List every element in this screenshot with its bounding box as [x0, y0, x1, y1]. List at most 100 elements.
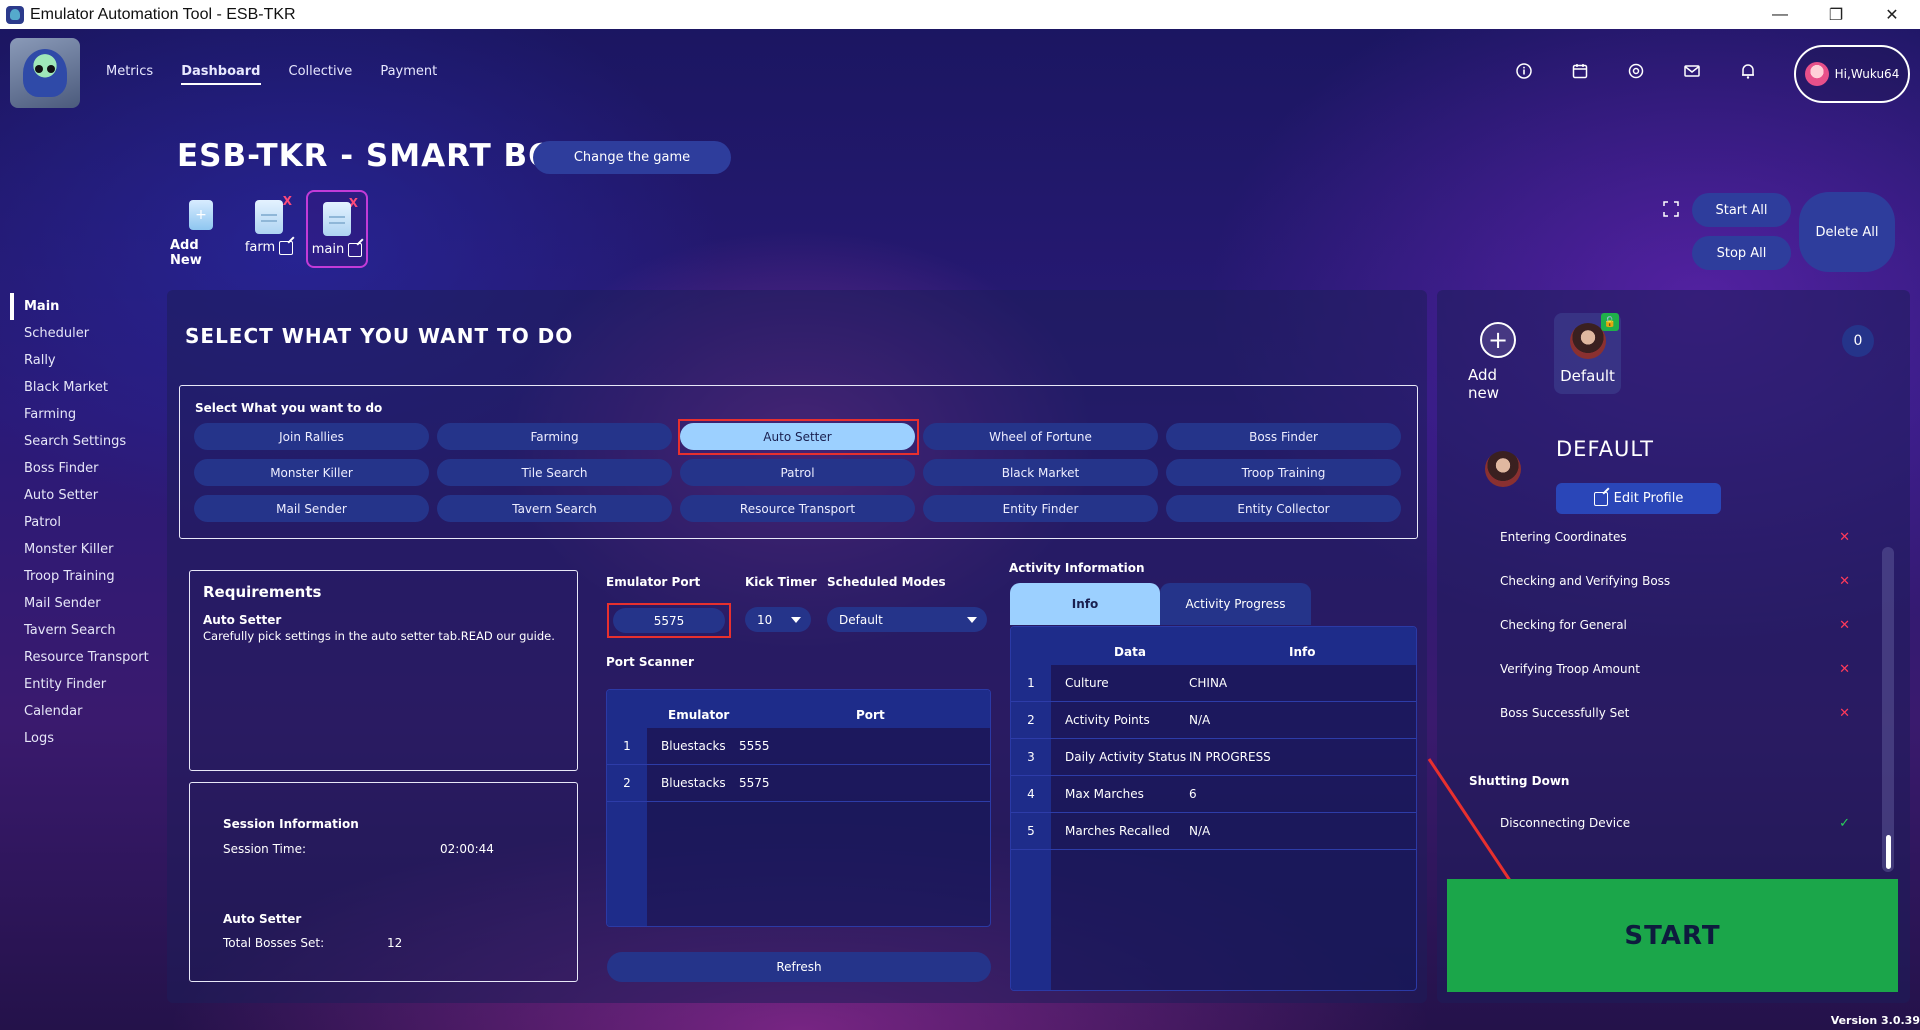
close-window-button[interactable]: ✕ — [1864, 0, 1920, 29]
sidebar-item-mail-sender[interactable]: Mail Sender — [10, 590, 170, 617]
emulator-port-value[interactable]: 5575 — [613, 608, 725, 633]
add-document-icon: + — [189, 200, 213, 230]
edit-icon[interactable] — [348, 242, 363, 257]
emulator-port-field[interactable]: 5575 — [607, 603, 731, 638]
count-badge: 0 — [1842, 325, 1874, 357]
nav-collective[interactable]: Collective — [289, 64, 353, 85]
table-row[interactable]: 1 Culture CHINA — [1011, 665, 1416, 702]
row-data: Max Marches — [1065, 787, 1144, 801]
user-menu[interactable]: Hi,Wuku64 — [1794, 45, 1910, 103]
close-icon[interactable]: X — [283, 194, 292, 208]
refresh-button[interactable]: Refresh — [607, 952, 991, 982]
sidebar-item-calendar[interactable]: Calendar — [10, 698, 170, 725]
step-label: Checking and Verifying Boss — [1500, 574, 1671, 588]
row-index: 2 — [623, 776, 631, 790]
table-row[interactable]: 5 Marches Recalled N/A — [1011, 813, 1416, 850]
chevron-down-icon — [791, 616, 801, 623]
scheduled-modes-select[interactable]: Default — [827, 607, 987, 632]
task-boss-finder[interactable]: Boss Finder — [1166, 423, 1401, 450]
sidebar-item-boss-finder[interactable]: Boss Finder — [10, 455, 170, 482]
task-mail-sender[interactable]: Mail Sender — [194, 495, 429, 522]
sidebar-item-farming[interactable]: Farming — [10, 401, 170, 428]
task-grid: Join Rallies Farming Auto Setter Wheel o… — [194, 423, 1401, 522]
info-icon[interactable] — [1515, 62, 1533, 80]
task-entity-finder[interactable]: Entity Finder — [923, 495, 1158, 522]
mail-icon[interactable] — [1683, 62, 1701, 80]
step-item: Checking and Verifying Boss ✕ — [1500, 574, 1850, 589]
row-info: N/A — [1189, 713, 1211, 727]
tab-activity-progress[interactable]: Activity Progress — [1160, 583, 1311, 625]
table-row[interactable]: 2 Activity Points N/A — [1011, 702, 1416, 739]
task-troop-training[interactable]: Troop Training — [1166, 459, 1401, 486]
emulator-port-label: Emulator Port — [606, 575, 701, 589]
tab-info[interactable]: Info — [1010, 583, 1160, 625]
sidebar-item-monster-killer[interactable]: Monster Killer — [10, 536, 170, 563]
avatar — [1804, 62, 1829, 86]
settings-icon[interactable] — [1627, 62, 1645, 80]
start-all-button[interactable]: Start All — [1692, 193, 1791, 227]
port-scanner-table: Emulator Port 1 Bluestacks 5555 2 Bluest… — [606, 689, 991, 927]
task-wheel-of-fortune[interactable]: Wheel of Fortune — [923, 423, 1158, 450]
mascot-icon — [23, 49, 67, 97]
add-new-account-button[interactable]: + Add new — [1468, 322, 1528, 402]
profile-tab-main[interactable]: X main — [306, 190, 368, 268]
task-box-title: Select What you want to do — [195, 401, 383, 415]
task-black-market[interactable]: Black Market — [923, 459, 1158, 486]
step-label: Checking for General — [1500, 618, 1627, 632]
change-game-button[interactable]: Change the game — [533, 141, 731, 174]
app-logo[interactable] — [10, 38, 80, 108]
start-button[interactable]: START — [1447, 879, 1898, 992]
add-new-profile-button[interactable]: + Add New — [170, 190, 232, 268]
sidebar-item-main[interactable]: Main — [10, 293, 170, 320]
task-patrol[interactable]: Patrol — [680, 459, 915, 486]
edit-profile-button[interactable]: Edit Profile — [1556, 483, 1721, 514]
bell-icon[interactable] — [1739, 62, 1757, 80]
task-farming[interactable]: Farming — [437, 423, 672, 450]
sidebar-item-search-settings[interactable]: Search Settings — [10, 428, 170, 455]
row-info: 6 — [1189, 787, 1197, 801]
task-auto-setter[interactable]: Auto Setter — [680, 423, 915, 450]
delete-all-button[interactable]: Delete All — [1799, 192, 1895, 272]
table-row[interactable]: 3 Daily Activity Status IN PROGRESS — [1011, 739, 1416, 776]
row-index: 3 — [1027, 750, 1035, 764]
sidebar-item-auto-setter[interactable]: Auto Setter — [10, 482, 170, 509]
profile-tab-farm[interactable]: X farm — [238, 190, 300, 268]
task-join-rallies[interactable]: Join Rallies — [194, 423, 429, 450]
row-data: Daily Activity Status — [1065, 750, 1187, 764]
stop-all-button[interactable]: Stop All — [1692, 236, 1791, 270]
restore-button[interactable]: ❐ — [1808, 0, 1864, 29]
sidebar-item-logs[interactable]: Logs — [10, 725, 170, 752]
sidebar-item-scheduler[interactable]: Scheduler — [10, 320, 170, 347]
scrollbar[interactable] — [1882, 547, 1894, 872]
profile-name: DEFAULT — [1556, 437, 1654, 461]
edit-icon[interactable] — [279, 240, 294, 255]
scheduled-modes-value: Default — [839, 612, 883, 627]
nav-metrics[interactable]: Metrics — [106, 64, 153, 85]
task-resource-transport[interactable]: Resource Transport — [680, 495, 915, 522]
sidebar-item-tavern-search[interactable]: Tavern Search — [10, 617, 170, 644]
table-row[interactable]: 1 Bluestacks 5555 — [607, 728, 990, 765]
sidebar-item-black-market[interactable]: Black Market — [10, 374, 170, 401]
row-data: Marches Recalled — [1065, 824, 1170, 838]
cross-icon: ✕ — [1839, 706, 1850, 721]
nav-payment[interactable]: Payment — [380, 64, 437, 85]
sidebar-item-troop-training[interactable]: Troop Training — [10, 563, 170, 590]
table-row[interactable]: 4 Max Marches 6 — [1011, 776, 1416, 813]
task-tavern-search[interactable]: Tavern Search — [437, 495, 672, 522]
calendar-icon[interactable] — [1571, 62, 1589, 80]
app-icon — [6, 5, 24, 24]
sidebar-item-rally[interactable]: Rally — [10, 347, 170, 374]
scrollbar-thumb[interactable] — [1886, 835, 1891, 869]
port-scanner-label: Port Scanner — [606, 655, 694, 669]
nav-dashboard[interactable]: Dashboard — [181, 64, 261, 85]
sidebar-item-entity-finder[interactable]: Entity Finder — [10, 671, 170, 698]
sidebar-item-patrol[interactable]: Patrol — [10, 509, 170, 536]
task-entity-collector[interactable]: Entity Collector — [1166, 495, 1401, 522]
task-monster-killer[interactable]: Monster Killer — [194, 459, 429, 486]
kick-timer-select[interactable]: 10 — [745, 607, 811, 632]
minimize-button[interactable]: — — [1752, 0, 1808, 29]
table-row[interactable]: 2 Bluestacks 5575 — [607, 765, 990, 802]
task-tile-search[interactable]: Tile Search — [437, 459, 672, 486]
sidebar-item-resource-transport[interactable]: Resource Transport — [10, 644, 170, 671]
expand-icon[interactable] — [1663, 201, 1679, 217]
